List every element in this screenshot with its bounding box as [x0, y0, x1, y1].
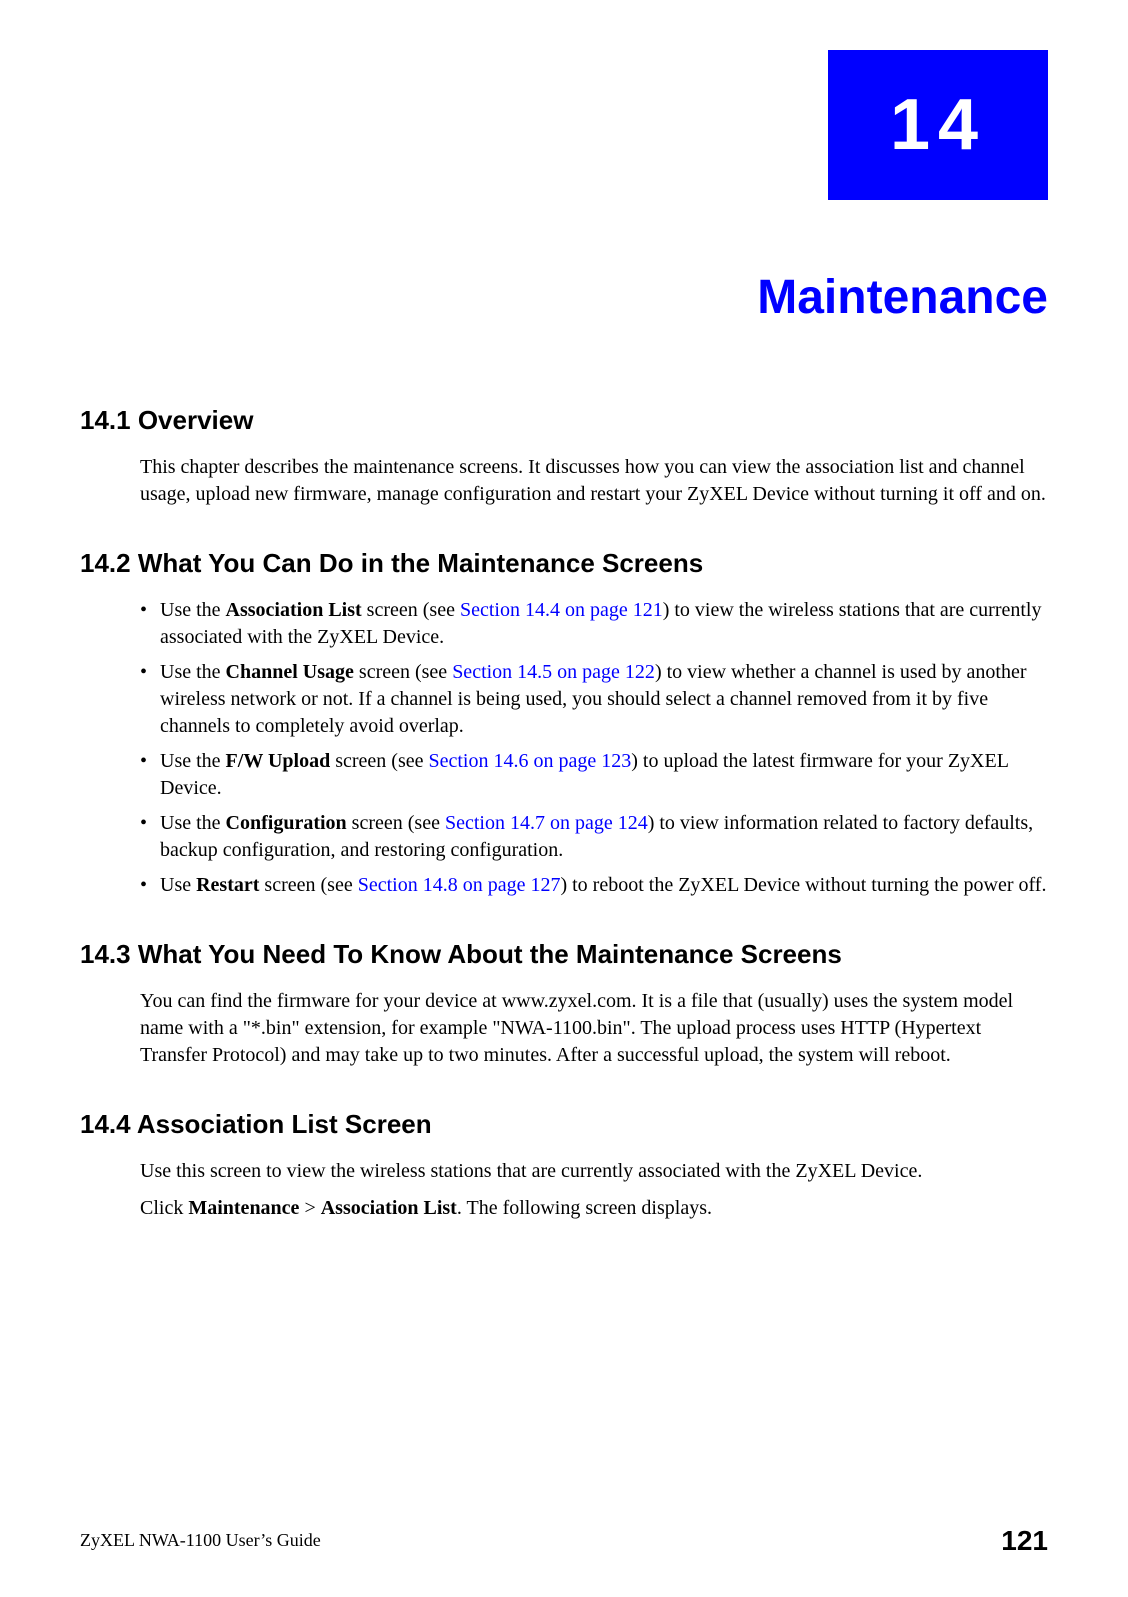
- item-pre: Use the: [160, 812, 226, 834]
- section-body-14-3: You can find the firmware for your devic…: [140, 988, 1048, 1069]
- section-heading-14-2: 14.2 What You Can Do in the Maintenance …: [80, 548, 1048, 579]
- section-heading-14-4: 14.4 Association List Screen: [80, 1109, 1048, 1140]
- p2-b1: Maintenance: [188, 1197, 299, 1219]
- list-item: Use the F/W Upload screen (see Section 1…: [140, 748, 1048, 802]
- list-item: Use Restart screen (see Section 14.8 on …: [140, 872, 1048, 899]
- p2-b2: Association List: [321, 1197, 457, 1219]
- bullet-list-14-2: Use the Association List screen (see Sec…: [140, 597, 1048, 899]
- p2-post: . The following screen displays.: [457, 1197, 712, 1219]
- item-mid: screen (see: [354, 661, 452, 683]
- chapter-number-box: 14: [828, 50, 1048, 200]
- section-body-14-1: This chapter describes the maintenance s…: [140, 454, 1048, 508]
- item-pre: Use the: [160, 599, 226, 621]
- xref-link[interactable]: Section 14.5 on page 122: [452, 661, 655, 683]
- page-container: 14 Maintenance 14.1 Overview This chapte…: [0, 0, 1128, 1597]
- item-pre: Use the: [160, 750, 226, 772]
- xref-link[interactable]: Section 14.4 on page 121: [460, 599, 663, 621]
- chapter-title: Maintenance: [80, 270, 1048, 325]
- item-mid: screen (see: [259, 874, 357, 896]
- item-pre: Use: [160, 874, 196, 896]
- item-mid: screen (see: [347, 812, 445, 834]
- xref-link[interactable]: Section 14.8 on page 127: [358, 874, 561, 896]
- item-bold: Restart: [196, 874, 259, 896]
- section-heading-14-3: 14.3 What You Need To Know About the Mai…: [80, 939, 1048, 970]
- page-number: 121: [1001, 1525, 1048, 1557]
- item-bold: Association List: [226, 599, 362, 621]
- section-body-14-4-p2: Click Maintenance > Association List. Th…: [140, 1195, 1048, 1222]
- item-bold: F/W Upload: [226, 750, 331, 772]
- p2-pre: Click: [140, 1197, 188, 1219]
- item-bold: Configuration: [226, 812, 347, 834]
- item-mid: screen (see: [362, 599, 460, 621]
- xref-link[interactable]: Section 14.7 on page 124: [445, 812, 648, 834]
- list-item: Use the Association List screen (see Sec…: [140, 597, 1048, 651]
- section-body-14-4-p1: Use this screen to view the wireless sta…: [140, 1158, 1048, 1185]
- item-pre: Use the: [160, 661, 226, 683]
- section-heading-14-1: 14.1 Overview: [80, 405, 1048, 436]
- item-mid: screen (see: [330, 750, 428, 772]
- p2-mid: >: [299, 1197, 320, 1219]
- footer-left: ZyXEL NWA-1100 User’s Guide: [80, 1530, 321, 1551]
- chapter-number: 14: [890, 84, 986, 166]
- xref-link[interactable]: Section 14.6 on page 123: [429, 750, 632, 772]
- footer-rule: [80, 1557, 1048, 1559]
- list-item: Use the Channel Usage screen (see Sectio…: [140, 659, 1048, 740]
- list-item: Use the Configuration screen (see Sectio…: [140, 810, 1048, 864]
- item-bold: Channel Usage: [226, 661, 354, 683]
- item-post: ) to reboot the ZyXEL Device without tur…: [560, 874, 1046, 896]
